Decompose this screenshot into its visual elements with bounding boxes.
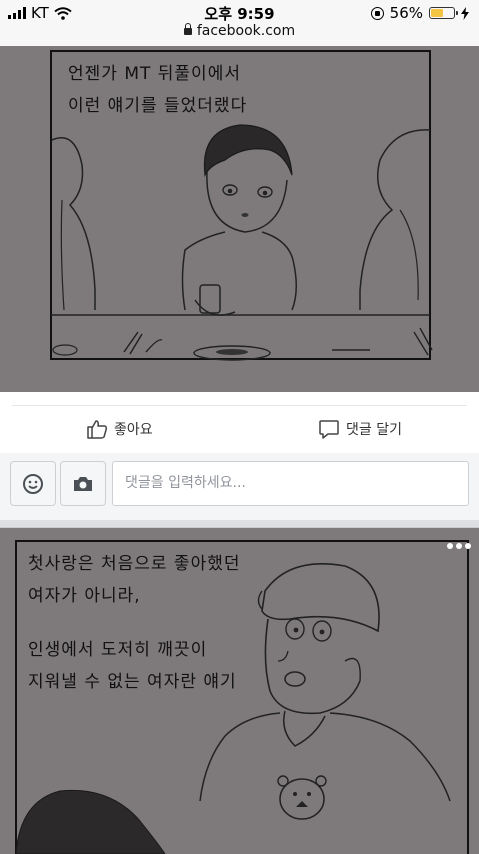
more-options-icon[interactable] — [447, 543, 471, 549]
post1-caption-line1: 언젠가 MT 뒤풀이에서 — [68, 64, 241, 84]
status-right: 56% — [370, 4, 469, 22]
comment-icon — [319, 420, 339, 439]
smiley-icon — [23, 473, 43, 494]
post1-caption: 언젠가 MT 뒤풀이에서 이런 얘기를 들었더랬다 — [68, 58, 247, 122]
status-bar: KT 오후 9:59 56% facebook.com — [0, 0, 479, 46]
thumbs-up-icon — [87, 420, 108, 439]
comment-placeholder: 댓글을 입력하세요... — [125, 475, 246, 491]
post2-caption-line3: 인생에서 도저히 깨끗이 — [28, 640, 208, 660]
charging-bolt-icon — [461, 6, 469, 20]
battery-icon — [429, 7, 458, 19]
post2-caption-line2: 여자가 아니라, — [28, 586, 141, 606]
comment-label: 댓글 달기 — [346, 422, 402, 438]
photo-button[interactable] — [60, 461, 106, 506]
comment-input[interactable]: 댓글을 입력하세요... — [112, 461, 469, 506]
lock-icon — [183, 23, 192, 35]
post2-caption-line4: 지워낼 수 없는 여자란 얘기 — [28, 672, 237, 692]
url-label: facebook.com — [196, 23, 296, 39]
rotation-lock-icon — [370, 6, 384, 20]
sticker-button[interactable] — [10, 461, 56, 506]
post-actions-bar — [0, 392, 479, 453]
post2-caption: 첫사랑은 처음으로 좋아했던 여자가 아니라, 인생에서 도저히 깨끗이 지워낼… — [28, 548, 241, 698]
like-label: 좋아요 — [114, 422, 153, 438]
like-button[interactable]: 좋아요 — [86, 418, 153, 440]
divider — [12, 405, 467, 406]
post2-caption-line1: 첫사랑은 처음으로 좋아했던 — [28, 554, 241, 574]
address-bar[interactable]: facebook.com — [0, 23, 479, 39]
camera-icon — [74, 476, 92, 491]
post1-caption-line2: 이런 얘기를 들었더랬다 — [68, 96, 248, 116]
comment-button[interactable]: 댓글 달기 — [318, 418, 402, 440]
battery-percent: 56% — [389, 4, 423, 22]
